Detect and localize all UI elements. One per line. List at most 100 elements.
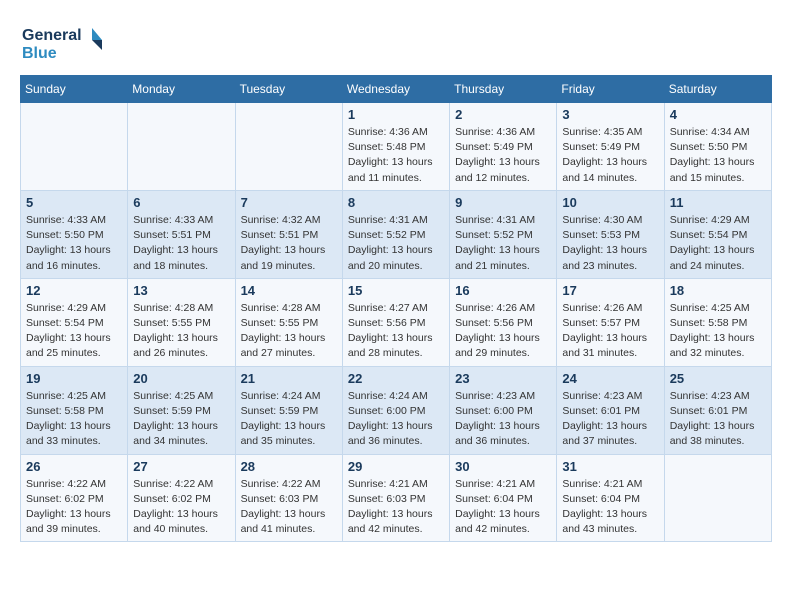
day-number: 3 bbox=[562, 107, 658, 122]
calendar-cell: 25 Sunrise: 4:23 AM Sunset: 6:01 PM Dayli… bbox=[664, 366, 771, 454]
calendar-cell: 30 Sunrise: 4:21 AM Sunset: 6:04 PM Dayli… bbox=[450, 454, 557, 542]
day-info: Sunrise: 4:22 AM Sunset: 6:03 PM Dayligh… bbox=[241, 477, 337, 538]
day-info: Sunrise: 4:21 AM Sunset: 6:04 PM Dayligh… bbox=[455, 477, 551, 538]
day-info: Sunrise: 4:25 AM Sunset: 5:59 PM Dayligh… bbox=[133, 389, 229, 450]
day-number: 4 bbox=[670, 107, 766, 122]
calendar-cell: 5 Sunrise: 4:33 AM Sunset: 5:50 PM Daylig… bbox=[21, 190, 128, 278]
calendar-week-row: 5 Sunrise: 4:33 AM Sunset: 5:50 PM Daylig… bbox=[21, 190, 772, 278]
day-number: 16 bbox=[455, 283, 551, 298]
calendar-cell: 13Sunrise: 4:28 AM Sunset: 5:55 PM Dayli… bbox=[128, 278, 235, 366]
day-info: Sunrise: 4:23 AM Sunset: 6:00 PM Dayligh… bbox=[455, 389, 551, 450]
day-number: 9 bbox=[455, 195, 551, 210]
day-number: 1 bbox=[348, 107, 444, 122]
day-info: Sunrise: 4:23 AM Sunset: 6:01 PM Dayligh… bbox=[670, 389, 766, 450]
day-number: 24 bbox=[562, 371, 658, 386]
calendar-cell: 21 Sunrise: 4:24 AM Sunset: 5:59 PM Dayli… bbox=[235, 366, 342, 454]
logo: General Blue bbox=[20, 20, 110, 65]
calendar-cell: 17Sunrise: 4:26 AM Sunset: 5:57 PM Dayli… bbox=[557, 278, 664, 366]
calendar-week-row: 12Sunrise: 4:29 AM Sunset: 5:54 PM Dayli… bbox=[21, 278, 772, 366]
svg-text:General: General bbox=[22, 27, 82, 44]
day-number: 13 bbox=[133, 283, 229, 298]
header-wednesday: Wednesday bbox=[342, 76, 449, 103]
calendar-cell: 8 Sunrise: 4:31 AM Sunset: 5:52 PM Daylig… bbox=[342, 190, 449, 278]
day-number: 27 bbox=[133, 459, 229, 474]
day-number: 20 bbox=[133, 371, 229, 386]
calendar-week-row: 1Sunrise: 4:36 AM Sunset: 5:48 PM Daylig… bbox=[21, 103, 772, 191]
day-number: 8 bbox=[348, 195, 444, 210]
calendar-cell: 14 Sunrise: 4:28 AM Sunset: 5:55 PM Dayli… bbox=[235, 278, 342, 366]
calendar-cell: 29 Sunrise: 4:21 AM Sunset: 6:03 PM Dayli… bbox=[342, 454, 449, 542]
calendar-cell: 19 Sunrise: 4:25 AM Sunset: 5:58 PM Dayli… bbox=[21, 366, 128, 454]
calendar-cell bbox=[664, 454, 771, 542]
day-info: Sunrise: 4:33 AM Sunset: 5:50 PM Dayligh… bbox=[26, 213, 122, 274]
calendar-cell: 23Sunrise: 4:23 AM Sunset: 6:00 PM Dayli… bbox=[450, 366, 557, 454]
header-sunday: Sunday bbox=[21, 76, 128, 103]
calendar-body: 1Sunrise: 4:36 AM Sunset: 5:48 PM Daylig… bbox=[21, 103, 772, 542]
day-number: 31 bbox=[562, 459, 658, 474]
day-info: Sunrise: 4:31 AM Sunset: 5:52 PM Dayligh… bbox=[348, 213, 444, 274]
day-number: 6 bbox=[133, 195, 229, 210]
day-info: Sunrise: 4:26 AM Sunset: 5:56 PM Dayligh… bbox=[455, 301, 551, 362]
day-number: 14 bbox=[241, 283, 337, 298]
day-info: Sunrise: 4:32 AM Sunset: 5:51 PM Dayligh… bbox=[241, 213, 337, 274]
header-saturday: Saturday bbox=[664, 76, 771, 103]
day-info: Sunrise: 4:25 AM Sunset: 5:58 PM Dayligh… bbox=[26, 389, 122, 450]
day-number: 5 bbox=[26, 195, 122, 210]
day-number: 26 bbox=[26, 459, 122, 474]
day-info: Sunrise: 4:24 AM Sunset: 6:00 PM Dayligh… bbox=[348, 389, 444, 450]
day-info: Sunrise: 4:35 AM Sunset: 5:49 PM Dayligh… bbox=[562, 125, 658, 186]
calendar-cell: 10Sunrise: 4:30 AM Sunset: 5:53 PM Dayli… bbox=[557, 190, 664, 278]
day-info: Sunrise: 4:22 AM Sunset: 6:02 PM Dayligh… bbox=[133, 477, 229, 538]
calendar-cell: 28 Sunrise: 4:22 AM Sunset: 6:03 PM Dayli… bbox=[235, 454, 342, 542]
day-number: 22 bbox=[348, 371, 444, 386]
day-number: 28 bbox=[241, 459, 337, 474]
calendar-cell bbox=[235, 103, 342, 191]
calendar-table: Sunday Monday Tuesday Wednesday Thursday… bbox=[20, 75, 772, 542]
calendar-cell: 3 Sunrise: 4:35 AM Sunset: 5:49 PM Daylig… bbox=[557, 103, 664, 191]
day-info: Sunrise: 4:27 AM Sunset: 5:56 PM Dayligh… bbox=[348, 301, 444, 362]
header-monday: Monday bbox=[128, 76, 235, 103]
day-info: Sunrise: 4:28 AM Sunset: 5:55 PM Dayligh… bbox=[241, 301, 337, 362]
day-info: Sunrise: 4:36 AM Sunset: 5:49 PM Dayligh… bbox=[455, 125, 551, 186]
day-number: 11 bbox=[670, 195, 766, 210]
calendar-cell: 18 Sunrise: 4:25 AM Sunset: 5:58 PM Dayli… bbox=[664, 278, 771, 366]
day-info: Sunrise: 4:21 AM Sunset: 6:04 PM Dayligh… bbox=[562, 477, 658, 538]
day-number: 15 bbox=[348, 283, 444, 298]
header-tuesday: Tuesday bbox=[235, 76, 342, 103]
day-number: 29 bbox=[348, 459, 444, 474]
day-info: Sunrise: 4:33 AM Sunset: 5:51 PM Dayligh… bbox=[133, 213, 229, 274]
day-info: Sunrise: 4:26 AM Sunset: 5:57 PM Dayligh… bbox=[562, 301, 658, 362]
calendar-cell: 6 Sunrise: 4:33 AM Sunset: 5:51 PM Daylig… bbox=[128, 190, 235, 278]
day-number: 12 bbox=[26, 283, 122, 298]
day-number: 19 bbox=[26, 371, 122, 386]
calendar-cell: 24Sunrise: 4:23 AM Sunset: 6:01 PM Dayli… bbox=[557, 366, 664, 454]
calendar-cell: 26Sunrise: 4:22 AM Sunset: 6:02 PM Dayli… bbox=[21, 454, 128, 542]
calendar-cell bbox=[128, 103, 235, 191]
day-number: 21 bbox=[241, 371, 337, 386]
calendar-cell: 4 Sunrise: 4:34 AM Sunset: 5:50 PM Daylig… bbox=[664, 103, 771, 191]
calendar-cell: 20 Sunrise: 4:25 AM Sunset: 5:59 PM Dayli… bbox=[128, 366, 235, 454]
calendar-week-row: 26 Sunrise: 4:22 AM Sunset: 6:02 PM Dayli… bbox=[21, 454, 772, 542]
calendar-cell: 27 Sunrise: 4:22 AM Sunset: 6:02 PM Dayli… bbox=[128, 454, 235, 542]
day-info: Sunrise: 4:34 AM Sunset: 5:50 PM Dayligh… bbox=[670, 125, 766, 186]
calendar-header-row: Sunday Monday Tuesday Wednesday Thursday… bbox=[21, 76, 772, 103]
day-number: 18 bbox=[670, 283, 766, 298]
day-info: Sunrise: 4:31 AM Sunset: 5:52 PM Dayligh… bbox=[455, 213, 551, 274]
calendar-cell: 2 Sunrise: 4:36 AM Sunset: 5:49 PM Daylig… bbox=[450, 103, 557, 191]
day-number: 25 bbox=[670, 371, 766, 386]
day-number: 7 bbox=[241, 195, 337, 210]
header-thursday: Thursday bbox=[450, 76, 557, 103]
calendar-cell: 9 Sunrise: 4:31 AM Sunset: 5:52 PM Daylig… bbox=[450, 190, 557, 278]
day-info: Sunrise: 4:24 AM Sunset: 5:59 PM Dayligh… bbox=[241, 389, 337, 450]
calendar-cell bbox=[21, 103, 128, 191]
calendar-cell: 22 Sunrise: 4:24 AM Sunset: 6:00 PM Dayli… bbox=[342, 366, 449, 454]
logo-icon: General Blue bbox=[20, 20, 110, 65]
day-info: Sunrise: 4:25 AM Sunset: 5:58 PM Dayligh… bbox=[670, 301, 766, 362]
day-number: 2 bbox=[455, 107, 551, 122]
calendar-cell: 31 Sunrise: 4:21 AM Sunset: 6:04 PM Dayli… bbox=[557, 454, 664, 542]
page-header: General Blue bbox=[20, 20, 772, 65]
day-info: Sunrise: 4:21 AM Sunset: 6:03 PM Dayligh… bbox=[348, 477, 444, 538]
calendar-cell: 12Sunrise: 4:29 AM Sunset: 5:54 PM Dayli… bbox=[21, 278, 128, 366]
day-number: 30 bbox=[455, 459, 551, 474]
calendar-cell: 16 Sunrise: 4:26 AM Sunset: 5:56 PM Dayli… bbox=[450, 278, 557, 366]
